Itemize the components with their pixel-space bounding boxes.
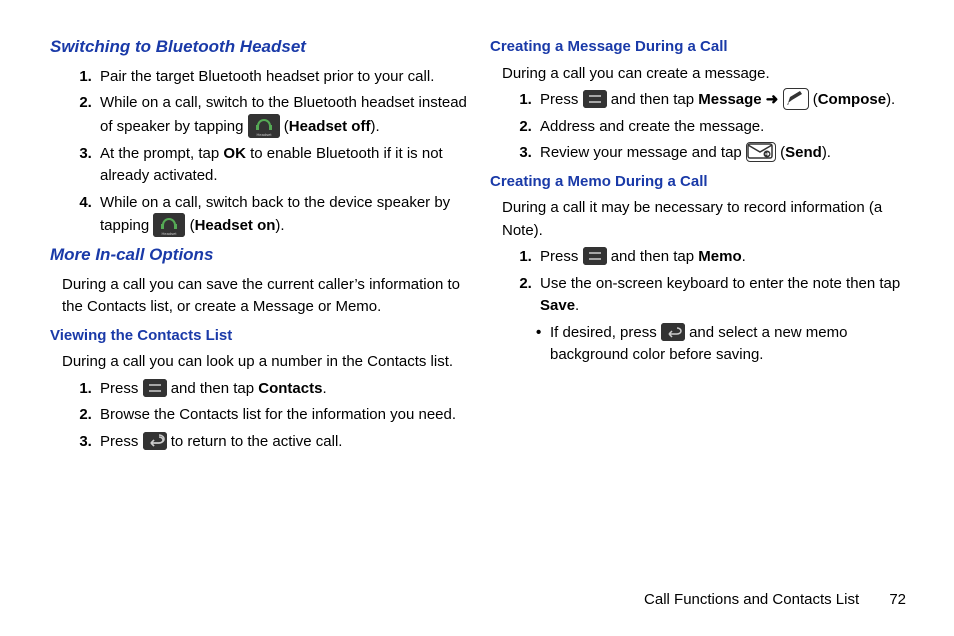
step-text: . (742, 248, 746, 265)
bullet-list: If desired, press and select a new memo … (490, 322, 910, 367)
step-bold: OK (223, 145, 246, 162)
step-bold: Contacts (258, 380, 322, 397)
step-text: Press (540, 91, 583, 108)
step-text: ). (275, 217, 284, 234)
step-text: At the prompt, tap (100, 145, 223, 162)
step: Press to return to the active call. (96, 431, 470, 454)
step-bold: Message (698, 91, 761, 108)
step-bold: Send (785, 144, 822, 161)
step-bold: Headset off (289, 117, 371, 134)
page-footer: Call Functions and Contacts List 72 (644, 591, 906, 608)
page-number: 72 (889, 591, 906, 608)
step-text: Press (100, 433, 143, 450)
step-text: Pair the target Bluetooth headset prior … (100, 68, 434, 85)
step-text: . (322, 380, 326, 397)
menu-icon (143, 379, 167, 397)
step-text: ). (370, 117, 379, 134)
back-icon (143, 432, 167, 450)
step: Address and create the message. (536, 116, 910, 139)
bullet-item: If desired, press and select a new memo … (536, 322, 910, 367)
step-text: Review your message and tap (540, 144, 746, 161)
step: While on a call, switch back to the devi… (96, 192, 470, 239)
step-bold: Memo (698, 248, 741, 265)
step: Browse the Contacts list for the informa… (96, 404, 470, 427)
menu-icon (583, 90, 607, 108)
svg-text:Headset: Headset (162, 231, 178, 236)
step: While on a call, switch to the Bluetooth… (96, 92, 470, 139)
intro-text: During a call it may be necessary to rec… (502, 197, 910, 242)
compose-icon (783, 88, 809, 110)
intro-text: During a call you can look up a number i… (62, 351, 470, 374)
step-text: Use the on-screen keyboard to enter the … (540, 275, 900, 292)
page-content: Switching to Bluetooth Headset Pair the … (0, 0, 954, 477)
step: Press and then tap Contacts. (96, 378, 470, 401)
menu-icon (583, 247, 607, 265)
subsection-heading-contacts: Viewing the Contacts List (50, 325, 470, 348)
headset-icon: Headset (153, 213, 185, 237)
step-text: to return to the active call. (171, 433, 343, 450)
step-text: . (575, 297, 579, 314)
step-bold: Headset on (195, 217, 276, 234)
intro-text: During a call you can save the current c… (62, 274, 470, 319)
send-icon (746, 142, 776, 162)
step-text: Address and create the message. (540, 118, 764, 135)
section-heading-incall: More In-call Options (50, 242, 470, 268)
steps-memo: Press and then tap Memo. Use the on-scre… (490, 246, 910, 318)
subsection-heading-memo: Creating a Memo During a Call (490, 171, 910, 194)
left-column: Switching to Bluetooth Headset Pair the … (50, 30, 470, 457)
intro-text: During a call you can create a message. (502, 63, 910, 86)
step-text: Browse the Contacts list for the informa… (100, 406, 456, 423)
section-heading-bluetooth: Switching to Bluetooth Headset (50, 34, 470, 60)
step-text: Press (100, 380, 143, 397)
step-text: ). (886, 91, 895, 108)
step: Use the on-screen keyboard to enter the … (536, 273, 910, 318)
step-text: ). (822, 144, 831, 161)
step-bold: Save (540, 297, 575, 314)
step: Press and then tap Memo. (536, 246, 910, 269)
step-bold: Compose (818, 91, 886, 108)
chapter-title: Call Functions and Contacts List (644, 591, 859, 608)
bullet-text: If desired, press (550, 324, 661, 341)
steps-bluetooth: Pair the target Bluetooth headset prior … (50, 66, 470, 239)
headset-icon: Headset (248, 114, 280, 138)
back-icon (661, 323, 685, 341)
step-text: and then tap (171, 380, 259, 397)
right-column: Creating a Message During a Call During … (490, 30, 910, 457)
step: Review your message and tap (Send). (536, 142, 910, 165)
steps-message: Press and then tap Message ➜ (Compose). … (490, 89, 910, 165)
step-text: Press (540, 248, 583, 265)
steps-contacts: Press and then tap Contacts. Browse the … (50, 378, 470, 454)
subsection-heading-message: Creating a Message During a Call (490, 36, 910, 59)
step-text: and then tap (611, 248, 699, 265)
arrow-icon: ➜ (762, 91, 783, 108)
step: Pair the target Bluetooth headset prior … (96, 66, 470, 89)
step-text: and then tap (611, 91, 699, 108)
svg-text:Headset: Headset (256, 132, 272, 137)
step: At the prompt, tap OK to enable Bluetoot… (96, 143, 470, 188)
step: Press and then tap Message ➜ (Compose). (536, 89, 910, 112)
